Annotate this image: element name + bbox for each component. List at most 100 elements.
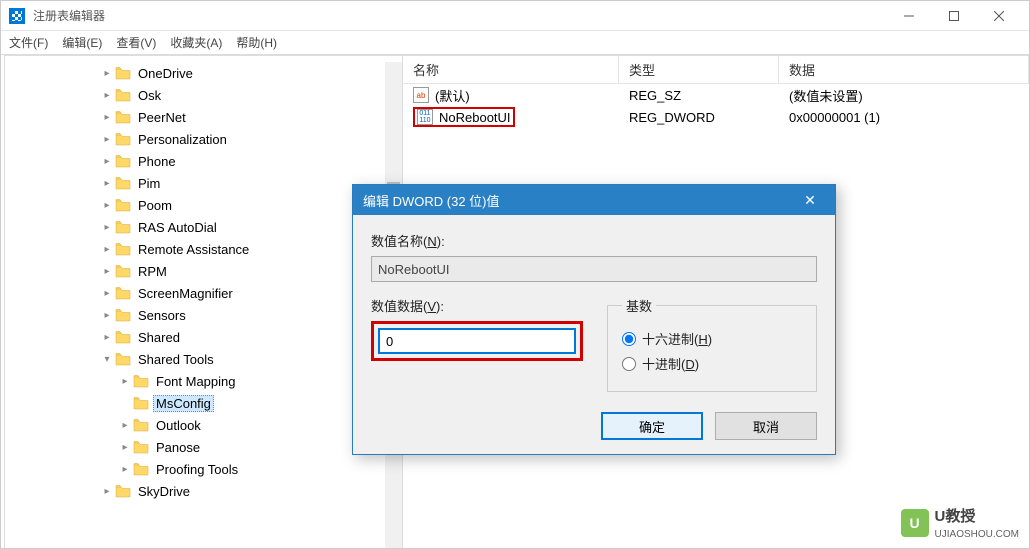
- tree-item[interactable]: ▾ Shared Tools: [5, 348, 385, 370]
- tree-item[interactable]: ▸ Phone: [5, 150, 385, 172]
- cancel-button[interactable]: 取消: [715, 412, 817, 440]
- list-rows: ab(默认)REG_SZ(数值未设置)011110NoRebootUIREG_D…: [403, 84, 1029, 128]
- tree-item-label: Personalization: [135, 132, 230, 147]
- dialog-titlebar[interactable]: 编辑 DWORD (32 位)值 ✕: [353, 185, 835, 215]
- tree-item-label: PeerNet: [135, 110, 189, 125]
- tree-twisty-icon[interactable]: ▸: [117, 420, 133, 431]
- col-data[interactable]: 数据: [779, 56, 1029, 83]
- tree-item[interactable]: ▸ ScreenMagnifier: [5, 282, 385, 304]
- menu-help[interactable]: 帮助(H): [236, 34, 277, 51]
- tree-item[interactable]: ▸ OneDrive: [5, 62, 385, 84]
- tree-item[interactable]: ▸ Osk: [5, 84, 385, 106]
- tree-twisty-icon[interactable]: ▸: [99, 244, 115, 255]
- dialog-close-button[interactable]: ✕: [795, 192, 825, 209]
- tree-item[interactable]: ▸ Poom: [5, 194, 385, 216]
- tree-twisty-icon[interactable]: ▸: [117, 376, 133, 387]
- maximize-button[interactable]: [931, 1, 976, 31]
- tree-item[interactable]: ▸Font Mapping: [5, 370, 385, 392]
- menu-file[interactable]: 文件(F): [9, 34, 48, 51]
- tree-item[interactable]: MsConfig: [5, 392, 385, 414]
- radix-hex-option[interactable]: 十六进制(H): [622, 329, 802, 348]
- tree-item-label: OneDrive: [135, 66, 196, 81]
- tree-item[interactable]: ▸ SkyDrive: [5, 480, 385, 502]
- ok-button[interactable]: 确定: [601, 412, 703, 440]
- col-name[interactable]: 名称: [403, 56, 619, 83]
- tree-item[interactable]: ▸Shared: [5, 326, 385, 348]
- menu-view[interactable]: 查看(V): [116, 34, 156, 51]
- minimize-button[interactable]: [886, 1, 931, 31]
- tree-item-label: Osk: [135, 88, 164, 103]
- radix-dec-radio[interactable]: [622, 357, 636, 371]
- tree-item[interactable]: ▸ Sensors: [5, 304, 385, 326]
- value-name: (默认): [435, 86, 470, 105]
- value-data: (数值未设置): [779, 86, 1029, 105]
- window-title: 注册表编辑器: [33, 7, 886, 24]
- tree-item[interactable]: ▸ PeerNet: [5, 106, 385, 128]
- tree-item-label: MsConfig: [153, 395, 214, 412]
- tree-twisty-icon[interactable]: ▸: [99, 90, 115, 101]
- tree-item[interactable]: ▸ Panose: [5, 436, 385, 458]
- tree-item-label: Panose: [153, 440, 203, 455]
- tree-item[interactable]: ▸ Pim: [5, 172, 385, 194]
- list-header: 名称 类型 数据: [403, 56, 1029, 84]
- tree-twisty-icon[interactable]: ▸: [117, 442, 133, 453]
- value-name-highlight: 011110 NoRebootUI: [413, 107, 515, 127]
- tree-twisty-icon[interactable]: ▸: [99, 222, 115, 233]
- value-type: REG_SZ: [619, 88, 779, 103]
- tree-item[interactable]: ▸ Remote Assistance: [5, 238, 385, 260]
- tree-item-label: Remote Assistance: [135, 242, 252, 257]
- tree-item[interactable]: ▸ Outlook: [5, 414, 385, 436]
- col-type[interactable]: 类型: [619, 56, 779, 83]
- tree-item[interactable]: ▸RPM: [5, 260, 385, 282]
- tree-item-label: ScreenMagnifier: [135, 286, 236, 301]
- tree-item-label: Sensors: [135, 308, 189, 323]
- value-type: REG_DWORD: [619, 110, 779, 125]
- tree-twisty-icon[interactable]: ▸: [117, 464, 133, 475]
- dialog-buttons: 确定 取消: [371, 412, 817, 440]
- tree-twisty-icon[interactable]: ▸: [99, 156, 115, 167]
- tree-twisty-icon[interactable]: ▸: [99, 266, 115, 277]
- radix-hex-radio[interactable]: [622, 332, 636, 346]
- tree-item-label: Pim: [135, 176, 163, 191]
- app-icon: [9, 8, 25, 24]
- tree-item-label: SkyDrive: [135, 484, 193, 499]
- tree-twisty-icon[interactable]: ▸: [99, 68, 115, 79]
- window-titlebar: 注册表编辑器: [1, 1, 1029, 31]
- list-row[interactable]: 011110 NoRebootUI REG_DWORD0x00000001 (1): [403, 106, 1029, 128]
- tree-panel: ▸ OneDrive ▸ Osk ▸ PeerNet ▸ Personalization ▸ Ph…: [5, 55, 402, 548]
- dialog-body: 数值名称(N): 数值数据(V): 基数 十六进制(H) 十进制(D): [353, 215, 835, 454]
- close-button[interactable]: [976, 1, 1021, 31]
- window-controls: [886, 1, 1021, 31]
- dialog-title-text: 编辑 DWORD (32 位)值: [363, 191, 795, 210]
- tree-item-label: Proofing Tools: [153, 462, 241, 477]
- tree-twisty-icon[interactable]: ▸: [99, 112, 115, 123]
- tree-twisty-icon[interactable]: ▸: [99, 332, 115, 343]
- radix-dec-option[interactable]: 十进制(D): [622, 354, 802, 373]
- tree-item[interactable]: ▸RAS AutoDial: [5, 216, 385, 238]
- tree-item-label: Poom: [135, 198, 175, 213]
- value-data-field[interactable]: [378, 328, 576, 354]
- tree-item-label: Phone: [135, 154, 179, 169]
- radix-fieldset: 基数 十六进制(H) 十进制(D): [607, 296, 817, 392]
- menu-edit[interactable]: 编辑(E): [62, 34, 102, 51]
- tree-item-label: Shared Tools: [135, 352, 217, 367]
- tree-twisty-icon[interactable]: ▸: [99, 288, 115, 299]
- tree-twisty-icon[interactable]: ▸: [99, 178, 115, 189]
- tree-twisty-icon[interactable]: ▾: [99, 354, 115, 365]
- watermark: U U教授 UJIAOSHOU.COM: [901, 505, 1019, 540]
- list-row[interactable]: ab(默认)REG_SZ(数值未设置): [403, 84, 1029, 106]
- tree-twisty-icon[interactable]: ▸: [99, 134, 115, 145]
- tree-item[interactable]: ▸ Personalization: [5, 128, 385, 150]
- menu-favorites[interactable]: 收藏夹(A): [170, 34, 222, 51]
- value-name: NoRebootUI: [439, 110, 511, 125]
- watermark-text: U教授 UJIAOSHOU.COM: [935, 505, 1019, 540]
- value-data: 0x00000001 (1): [779, 110, 1029, 125]
- tree-twisty-icon[interactable]: ▸: [99, 486, 115, 497]
- tree-twisty-icon[interactable]: ▸: [99, 200, 115, 211]
- menubar: 文件(F) 编辑(E) 查看(V) 收藏夹(A) 帮助(H): [1, 31, 1029, 55]
- tree-item-label: Outlook: [153, 418, 204, 433]
- tree-twisty-icon[interactable]: ▸: [99, 310, 115, 321]
- dword-icon: 011110: [417, 109, 433, 125]
- edit-dword-dialog: 编辑 DWORD (32 位)值 ✕ 数值名称(N): 数值数据(V): 基数 …: [352, 184, 836, 455]
- tree-item[interactable]: ▸ Proofing Tools: [5, 458, 385, 480]
